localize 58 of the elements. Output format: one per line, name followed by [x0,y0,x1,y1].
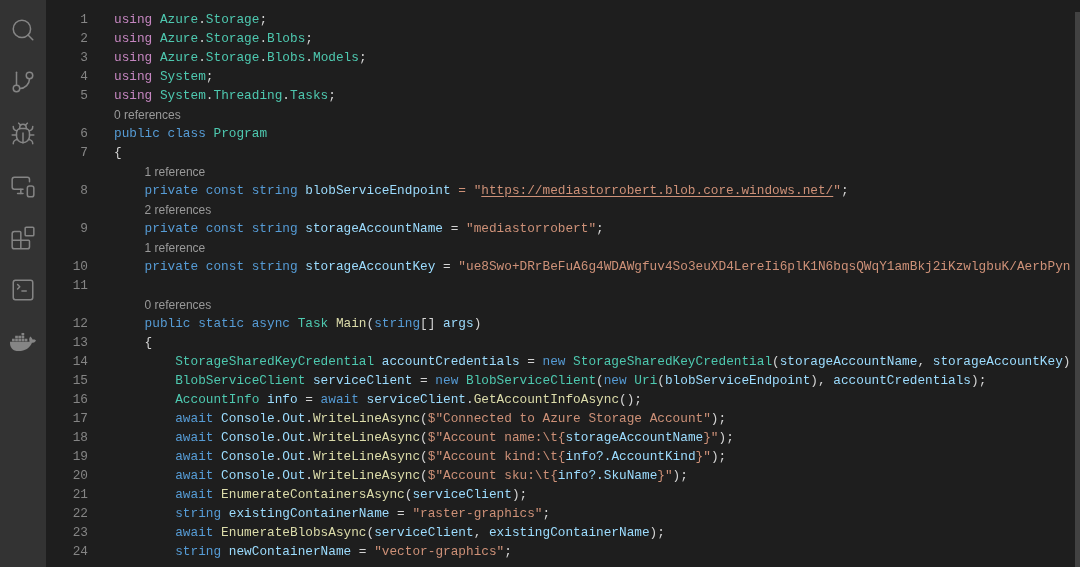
code-lens[interactable]: 0 references [114,105,181,124]
code-line: private const string storageAccountKey = "ue8Swo+DRrBeFuA6g4WDAWgfuv4So3euXD4LereIi6plK1N6bqsQWqY1amBkj2iKzwlgbuK/AerbPyn [143,258,1071,276]
code-line: private const string storageAccountName = "mediastorrobert"; [143,220,604,238]
code-lens[interactable]: 0 references [144,295,212,314]
line-number: 21 [71,485,88,504]
line-number: 2 [79,29,88,48]
line-number: 3 [79,48,88,67]
line-number: 12 [71,314,88,333]
code-line: using Azure.Storage.Blobs.Models; [114,49,367,67]
line-number: 18 [71,428,88,447]
search-icon[interactable] [10,17,36,43]
code-line: string existingContainerName = "raster-graphics"; [174,505,551,523]
code-line: BlobServiceClient serviceClient = new BlobServiceClient(new Uri(blobServiceEndpoint), accountCredentials); [174,372,987,390]
line-number: 14 [71,352,88,371]
code-line: await Console.Out.WriteLineAsync($"Account name:\t{storageAccountName}"); [174,429,734,447]
line-number: 15 [71,371,88,390]
code-line: using Azure.Storage.Blobs; [114,30,313,48]
code-line: using Azure.Storage; [114,11,268,29]
line-number: 16 [71,390,88,409]
code-line: public static async Task Main(string[] args) [143,315,482,333]
line-number: 7 [79,143,88,162]
line-number: 1 [79,10,88,29]
code-line: AccountInfo info = await serviceClient.GetAccountInfoAsync(); [174,391,642,409]
code-line: public class Program [114,125,268,143]
code-lens[interactable]: 1 reference [144,238,206,257]
code-line: await Console.Out.WriteLineAsync($"Account kind:\t{info?.AccountKind}"); [174,448,727,466]
code-line: using System; [114,68,214,86]
line-number: 13 [71,333,88,352]
line-number: 23 [71,523,88,542]
line-number: 8 [79,181,88,200]
code-line: await Console.Out.WriteLineAsync($"Connected to Azure Storage Account"); [174,410,727,428]
line-number: 22 [71,504,88,523]
scrollbar[interactable] [1075,12,1080,567]
code-line: StorageSharedKeyCredential accountCredentials = new StorageSharedKeyCredential(storageAccountName, storageAccountKey) [174,353,1071,371]
line-number: 20 [71,466,88,485]
line-number: 5 [79,86,88,105]
code-line: using System.Threading.Tasks; [114,87,336,105]
code-line: { [143,334,153,352]
code-line: await EnumerateContainersAsync(serviceClient); [174,486,528,504]
line-number: 17 [71,409,88,428]
line-number: 10 [71,257,88,276]
code-line: await EnumerateBlobsAsync(serviceClient, existingContainerName); [174,524,665,542]
code-line: await Console.Out.WriteLineAsync($"Account sku:\t{info?.SkuName}"); [174,467,688,485]
bug-icon[interactable] [10,121,36,147]
code-line: { [114,144,122,162]
code-lens[interactable]: 1 reference [144,162,206,181]
line-number: 6 [79,124,88,143]
code-lens[interactable]: 2 references [144,200,212,219]
line-number: 19 [71,447,88,466]
blocks-icon[interactable] [10,225,36,251]
code-line: private const string blobServiceEndpoint = "https://mediastorrobert.blob.core.windows.net/"; [143,182,849,200]
line-number: 11 [71,276,88,295]
terminal-icon[interactable] [10,277,36,303]
line-number: 24 [71,542,88,561]
code-line: string newContainerName = "vector-graphics"; [174,543,512,561]
branch-icon[interactable] [10,69,36,95]
line-number: 4 [79,67,88,86]
line-number: 9 [79,219,88,238]
